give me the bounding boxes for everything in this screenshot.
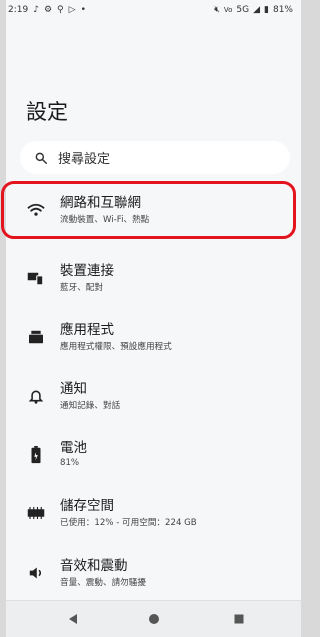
navigation-bar bbox=[6, 600, 301, 637]
home-icon[interactable] bbox=[145, 610, 163, 628]
status-bar: 2:19 ♪ ⚙ ⚲ ▷ • 🔇︎ Vo 5G ◢ ▮ 81% bbox=[6, 0, 301, 22]
search-label: 搜尋設定 bbox=[58, 152, 111, 167]
recents-icon[interactable] bbox=[230, 610, 248, 628]
search-bar[interactable]: 搜尋設定 bbox=[20, 141, 290, 174]
network-type: 5G bbox=[236, 5, 250, 15]
mute-icon: 🔇︎ bbox=[214, 5, 220, 15]
settings-screen: 2:19 ♪ ⚙ ⚲ ▷ • 🔇︎ Vo 5G ◢ ▮ 81% 設定 搜尋設定 bbox=[6, 0, 301, 637]
settings-item-title: 裝置連接 bbox=[60, 263, 114, 279]
apps-icon bbox=[26, 327, 46, 347]
settings-item-subtitle: 已使用：12% - 可用空間：224 GB bbox=[60, 518, 197, 528]
volte-icon: Vo bbox=[223, 6, 233, 14]
bell-icon bbox=[26, 386, 46, 406]
battery-icon bbox=[26, 445, 46, 465]
status-time: 2:19 bbox=[8, 5, 29, 15]
settings-status-icon: ⚙ bbox=[43, 5, 53, 15]
status-left: 2:19 ♪ ⚙ ⚲ ▷ • bbox=[8, 5, 86, 15]
page-title: 設定 bbox=[26, 100, 68, 124]
settings-item-subtitle: 通知記錄、對話 bbox=[60, 401, 121, 411]
storage-icon bbox=[26, 503, 46, 523]
settings-item-connected-devices[interactable]: 裝置連接 藍牙、配對 bbox=[6, 254, 301, 302]
settings-item-title: 通知 bbox=[60, 381, 87, 397]
settings-item-subtitle: 81% bbox=[60, 458, 80, 468]
highlight-box bbox=[1, 181, 296, 239]
settings-item-subtitle: 應用程式權限、預設應用程式 bbox=[60, 342, 172, 352]
settings-item-title: 應用程式 bbox=[60, 322, 114, 338]
location-icon: ⚲ bbox=[57, 5, 64, 15]
volume-icon bbox=[26, 563, 46, 583]
battery-status-icon: ▮ bbox=[264, 5, 269, 15]
dot-icon: • bbox=[80, 5, 86, 15]
settings-item-storage[interactable]: 儲存空間 已使用：12% - 可用空間：224 GB bbox=[6, 489, 301, 537]
settings-item-title: 音效和震動 bbox=[60, 558, 128, 574]
signal-icon: ◢ bbox=[253, 5, 261, 15]
settings-item-apps[interactable]: 應用程式 應用程式權限、預設應用程式 bbox=[6, 313, 301, 361]
devices-icon bbox=[26, 268, 46, 288]
search-icon bbox=[35, 152, 47, 164]
back-icon[interactable] bbox=[64, 610, 82, 628]
settings-item-title: 儲存空間 bbox=[60, 498, 114, 514]
settings-item-title: 電池 bbox=[60, 440, 87, 456]
settings-item-notifications[interactable]: 通知 通知記錄、對話 bbox=[6, 372, 301, 420]
music-note-icon: ♪ bbox=[33, 5, 39, 15]
battery-percent: 81% bbox=[272, 5, 293, 15]
settings-item-sound[interactable]: 音效和震動 音量、震動、請勿騷擾 bbox=[6, 549, 301, 597]
status-right: 🔇︎ Vo 5G ◢ ▮ 81% bbox=[214, 5, 293, 15]
settings-item-subtitle: 藍牙、配對 bbox=[60, 283, 103, 293]
play-icon: ▷ bbox=[68, 5, 76, 15]
settings-item-subtitle: 音量、震動、請勿騷擾 bbox=[60, 578, 146, 588]
settings-item-battery[interactable]: 電池 81% bbox=[6, 431, 301, 479]
